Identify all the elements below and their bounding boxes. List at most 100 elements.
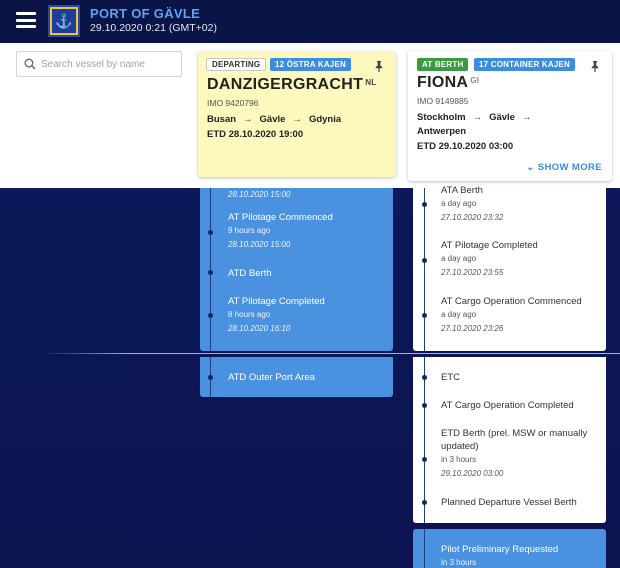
event-title: ETD Berth (prel. MSW or manually — [441, 428, 588, 439]
event-date: 28.10.2020 15:00 — [228, 190, 291, 199]
event-relative-time: a day ago — [441, 199, 477, 208]
current-time-line — [40, 353, 620, 354]
arrow-right-icon: → — [472, 112, 483, 123]
event-title: ATD Outer Port Area — [228, 372, 315, 383]
quay-badge: 17 CONTAINER KAJEN — [474, 58, 576, 71]
route-origin: Busan — [207, 114, 237, 125]
top-app-bar: ⚓ PORT OF GÄVLE 29.10.2020 0:21 (GMT+02) — [0, 0, 620, 43]
anchor-crest-icon: ⚓ — [52, 9, 76, 33]
vessel-name-text: FIONA — [417, 74, 469, 91]
vessel-name: FIONA GI — [417, 74, 479, 92]
timeline-dot — [422, 375, 427, 380]
timeline-event[interactable]: ATD Berth — [228, 268, 272, 279]
etd: ETD 28.10.2020 19:00 — [207, 129, 304, 140]
event-date: 27.10.2020 23:26 — [441, 324, 504, 333]
status-badge: DEPARTING — [206, 58, 267, 71]
port-logo: ⚓ — [48, 5, 80, 37]
timeline-event[interactable]: Planned Departure Vessel Berth — [441, 497, 577, 508]
event-date: 27.10.2020 23:55 — [441, 268, 504, 277]
event-title: ATD Berth — [228, 268, 272, 279]
show-more-label: SHOW MORE — [537, 162, 602, 173]
event-title-cont: updated) — [441, 441, 479, 452]
timeline-event[interactable]: 28.10.2020 15:00 — [228, 185, 290, 199]
timeline-dot — [208, 270, 213, 275]
timeline-panel-left-past: 28.10.2020 15:00 AT Pilotage Commenced 9… — [200, 188, 393, 351]
status-badge: AT BERTH — [417, 58, 469, 71]
event-relative-time: 9 hours ago — [228, 226, 271, 235]
timeline-line — [424, 188, 425, 351]
timeline-line — [424, 529, 425, 568]
event-title: AT Cargo Operation Completed — [441, 400, 574, 411]
vessel-card-bar: DEPARTING 12 ÖSTRA KAJEN DANZIGERGRACHTN… — [0, 43, 620, 188]
flag-code: GI — [470, 76, 480, 85]
port-datetime: 29.10.2020 0:21 (GMT+02) — [90, 22, 217, 34]
timeline-dot — [422, 457, 427, 462]
timeline-event[interactable]: AT Cargo Operation Commenced a day ago 2… — [441, 296, 582, 333]
arrow-right-icon: → — [292, 114, 302, 125]
arrow-right-icon: → — [243, 114, 253, 125]
show-more-button[interactable]: ⌄ SHOW MORE — [526, 162, 602, 173]
search-input[interactable] — [41, 55, 177, 73]
timeline-dot — [422, 403, 427, 408]
timeline-event[interactable]: AT Pilotage Commenced 9 hours ago 28.10.… — [228, 212, 333, 249]
event-relative-time: in 3 hours — [441, 558, 477, 567]
route: Busan → Gävle → Gdynia — [207, 114, 341, 125]
timeline-event[interactable]: ETC — [441, 372, 460, 383]
vessel-card-danzigergracht[interactable]: DEPARTING 12 ÖSTRA KAJEN DANZIGERGRACHT N… — [198, 51, 396, 177]
route-current: Gävle — [259, 114, 286, 125]
event-title: Planned Departure Vessel Berth — [441, 497, 577, 508]
flag-code: NL — [365, 78, 377, 87]
timeline-dot — [208, 375, 213, 380]
event-title: AT Pilotage Completed — [441, 240, 538, 251]
timeline-dot — [208, 313, 213, 318]
event-title: AT Pilotage Completed — [228, 296, 325, 307]
timeline-event[interactable]: ATA Berth a day ago 27.10.2020 23:32 — [441, 185, 503, 222]
timeline-event[interactable]: ETD Berth (prel. MSW or manually updated… — [441, 428, 587, 478]
timeline-panel-right-future: ETC AT Cargo Operation Completed ETD Ber… — [413, 357, 606, 523]
timeline-panel-right-upcoming: Pilot Preliminary Requested in 3 hours — [413, 529, 606, 568]
event-title: ETC — [441, 372, 460, 383]
chevron-down-icon: ⌄ — [526, 162, 535, 173]
vessel-name-text: DANZIGERGRACHT — [207, 76, 364, 93]
timeline-event[interactable]: Pilot Preliminary Requested in 3 hours — [441, 544, 558, 567]
menu-icon[interactable] — [16, 12, 36, 28]
timeline-panel-right-past: ATA Berth a day ago 27.10.2020 23:32 AT … — [413, 185, 606, 351]
route-origin: Stockholm — [417, 112, 466, 123]
search-icon — [24, 58, 36, 70]
timeline-dot — [422, 313, 427, 318]
event-date: 28.10.2020 16:10 — [228, 324, 291, 333]
event-date: 27.10.2020 23:32 — [441, 213, 504, 222]
event-relative-time: a day ago — [441, 310, 477, 319]
pin-icon[interactable] — [590, 60, 600, 72]
route: Stockholm → Gävle → — [417, 112, 538, 123]
event-relative-time: in 3 hours — [441, 455, 477, 464]
event-relative-time: a day ago — [441, 254, 477, 263]
timeline-line — [424, 357, 425, 523]
arrow-right-icon: → — [521, 112, 532, 123]
timeline-event[interactable]: AT Pilotage Completed 8 hours ago 28.10.… — [228, 296, 325, 333]
imo-number: IMO 9420796 — [207, 98, 259, 108]
event-title: Pilot Preliminary Requested — [441, 544, 559, 555]
timeline-panel-left-future: ATD Outer Port Area — [200, 357, 393, 397]
event-title: AT Cargo Operation Commenced — [441, 296, 582, 307]
route-destination: Antwerpen — [417, 126, 467, 137]
event-title: ATA Berth — [441, 185, 483, 196]
route-current: Gävle — [489, 112, 515, 123]
etd: ETD 29.10.2020 03:00 — [417, 141, 514, 152]
timeline-dot — [208, 230, 213, 235]
timeline-event[interactable]: ATD Outer Port Area — [228, 372, 315, 383]
route-destination: Gdynia — [308, 114, 342, 125]
vessel-card-fiona[interactable]: AT BERTH 17 CONTAINER KAJEN FIONA GI IMO … — [408, 51, 612, 181]
timeline-event[interactable]: AT Cargo Operation Completed — [441, 400, 574, 411]
search-box[interactable] — [16, 51, 182, 77]
quay-badge: 12 ÖSTRA KAJEN — [270, 58, 351, 71]
timeline-dot — [422, 258, 427, 263]
vessel-name: DANZIGERGRACHT NL — [207, 76, 376, 94]
event-relative-time: 8 hours ago — [228, 310, 271, 319]
event-title: AT Pilotage Commenced — [228, 212, 333, 223]
timeline-dot — [422, 500, 427, 505]
timeline-event[interactable]: AT Pilotage Completed a day ago 27.10.20… — [441, 240, 538, 277]
pin-icon[interactable] — [374, 60, 384, 72]
port-title: PORT OF GÄVLE — [90, 6, 201, 21]
timeline-dot — [422, 202, 427, 207]
